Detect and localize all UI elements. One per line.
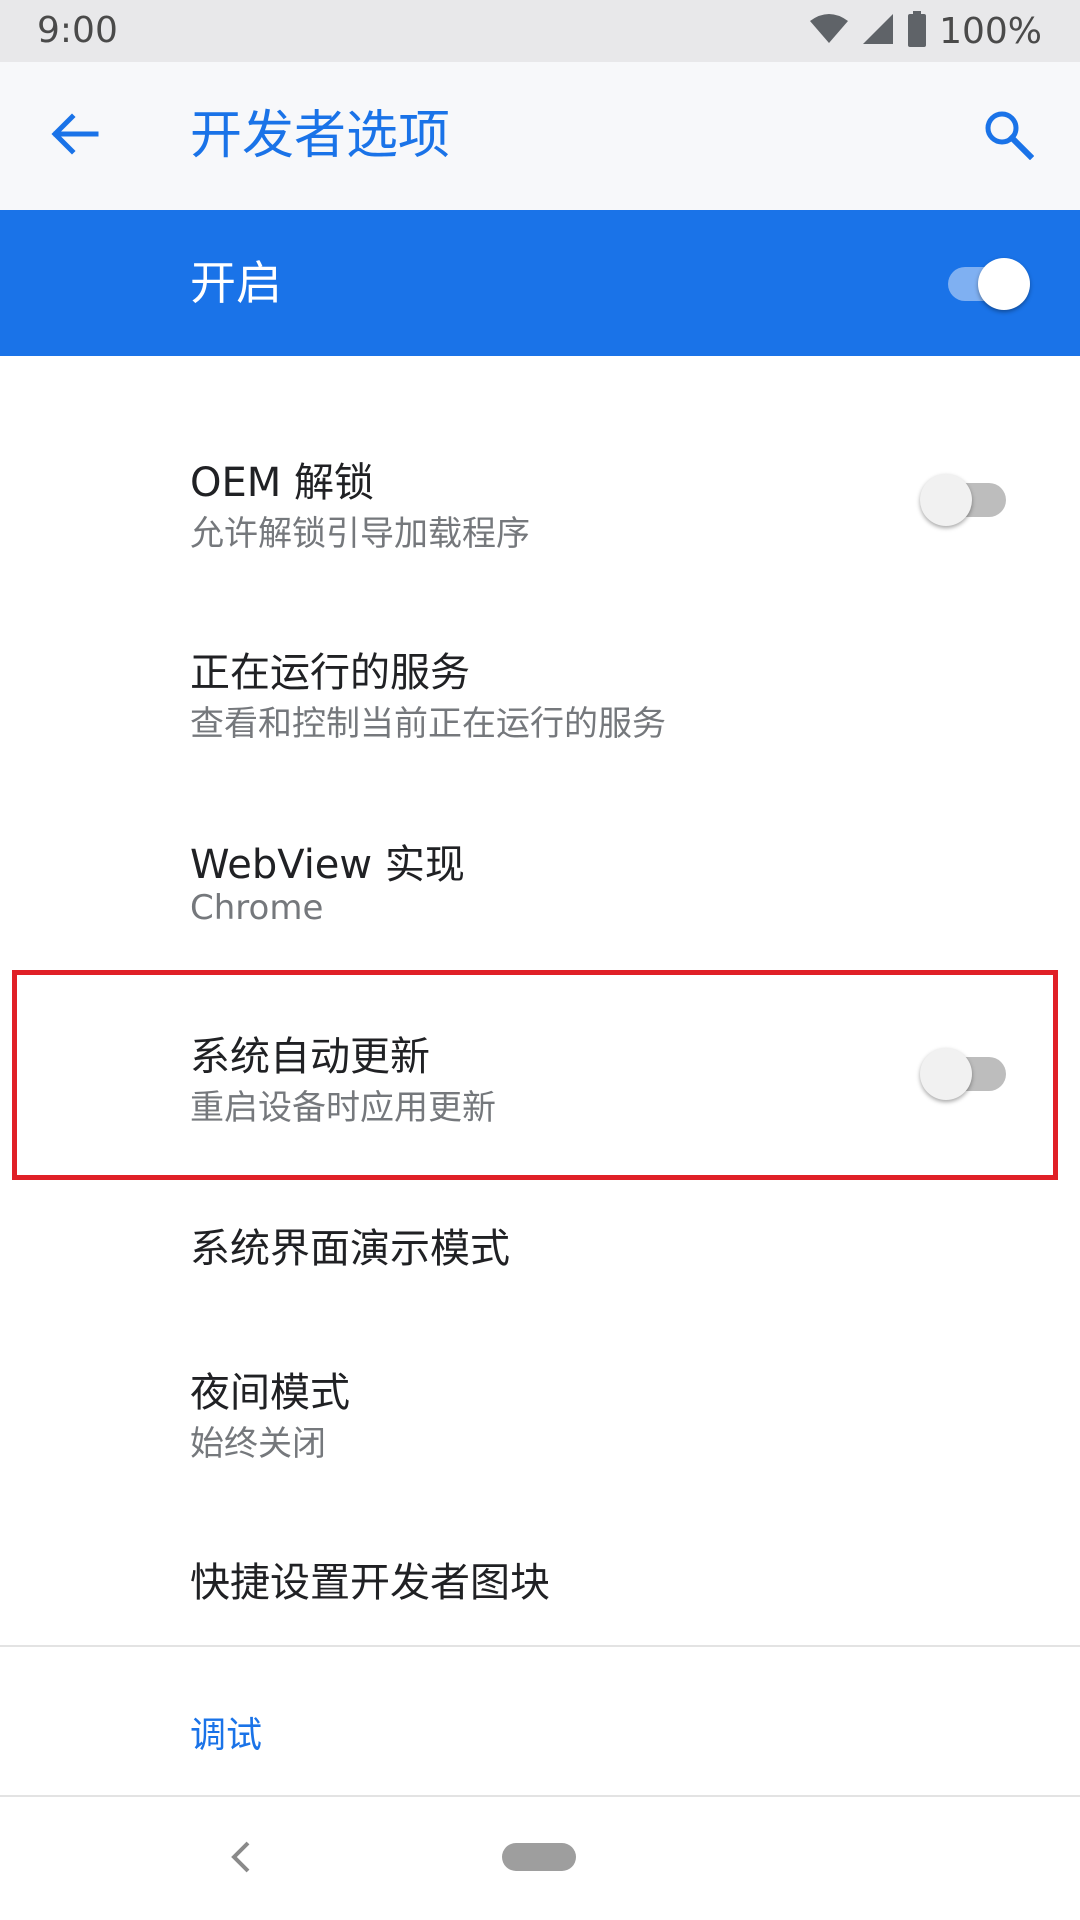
master-toggle[interactable] bbox=[940, 250, 1030, 310]
setting-subtitle: 始终关闭 bbox=[190, 1424, 326, 1464]
section-header-debug: 调试 bbox=[190, 1715, 263, 1756]
setting-item-oem-unlock[interactable]: OEM 解锁 允许解锁引导加载程序 bbox=[0, 420, 1080, 590]
nav-back-button[interactable] bbox=[220, 1833, 260, 1885]
oem-unlock-toggle[interactable] bbox=[920, 466, 1010, 526]
highlight-box bbox=[12, 970, 1058, 1180]
nav-home-button[interactable] bbox=[502, 1843, 576, 1871]
toggle-thumb bbox=[920, 474, 972, 526]
arrow-left-icon bbox=[48, 108, 100, 164]
app-bar: 开发者选项 bbox=[0, 62, 1080, 210]
back-button[interactable] bbox=[40, 102, 108, 170]
battery-icon bbox=[907, 11, 927, 51]
section-divider bbox=[0, 1645, 1080, 1647]
nav-bar bbox=[0, 1797, 1080, 1920]
status-icons: 100% bbox=[809, 10, 1042, 52]
cell-signal-icon bbox=[861, 12, 895, 50]
setting-item-quick-settings-tiles[interactable]: 快捷设置开发者图块 bbox=[0, 1516, 1080, 1646]
setting-title: 快捷设置开发者图块 bbox=[190, 1560, 550, 1606]
master-switch-bar[interactable]: 开启 bbox=[0, 210, 1080, 356]
wifi-icon bbox=[809, 13, 849, 49]
setting-title: 系统界面演示模式 bbox=[190, 1226, 510, 1272]
setting-title: 夜间模式 bbox=[190, 1370, 350, 1416]
setting-title: OEM 解锁 bbox=[190, 460, 374, 506]
setting-subtitle: 允许解锁引导加载程序 bbox=[190, 514, 530, 554]
setting-title: WebView 实现 bbox=[190, 842, 465, 888]
setting-title: 正在运行的服务 bbox=[190, 650, 470, 696]
master-switch-label: 开启 bbox=[190, 256, 282, 310]
search-icon bbox=[982, 108, 1035, 164]
setting-item-running-services[interactable]: 正在运行的服务 查看和控制当前正在运行的服务 bbox=[0, 610, 1080, 780]
status-time: 9:00 bbox=[37, 10, 118, 51]
toggle-thumb bbox=[978, 258, 1030, 310]
setting-item-night-mode[interactable]: 夜间模式 始终关闭 bbox=[0, 1330, 1080, 1500]
search-button[interactable] bbox=[974, 102, 1042, 170]
chevron-left-icon bbox=[228, 1839, 252, 1879]
page-title: 开发者选项 bbox=[190, 106, 451, 166]
setting-subtitle: 查看和控制当前正在运行的服务 bbox=[190, 704, 666, 744]
battery-percent: 100% bbox=[939, 10, 1042, 52]
setting-item-webview[interactable]: WebView 实现 Chrome bbox=[0, 802, 1080, 972]
setting-subtitle: Chrome bbox=[190, 888, 324, 928]
setting-item-demo-mode[interactable]: 系统界面演示模式 bbox=[0, 1190, 1080, 1320]
status-bar: 9:00 100% bbox=[0, 0, 1080, 62]
